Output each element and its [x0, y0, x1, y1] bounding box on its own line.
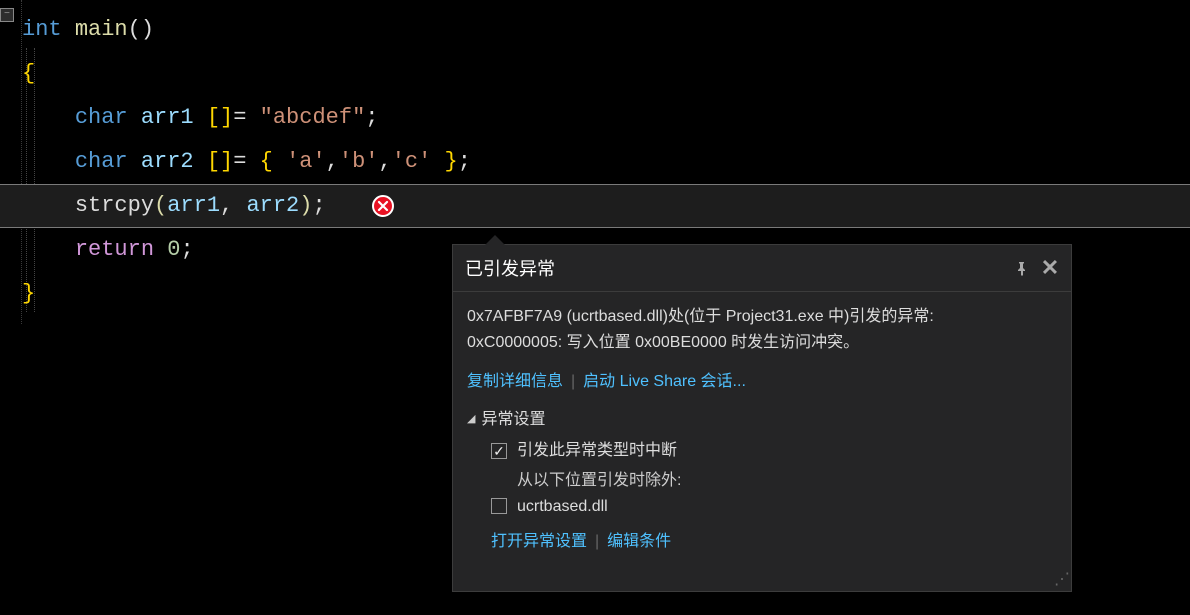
code-line[interactable]: {: [0, 52, 1190, 96]
error-icon[interactable]: [372, 195, 394, 217]
keyword-type: char: [75, 140, 128, 184]
variable: arr1: [141, 96, 194, 140]
popup-title: 已引发异常: [465, 255, 555, 281]
message-line: 0x7AFBF7A9 (ucrtbased.dll)处(位于 Project31…: [467, 304, 1057, 330]
char-literal: 'a': [286, 140, 326, 184]
exclude-item: ucrtbased.dll: [517, 494, 608, 520]
char-literal: 'b': [339, 140, 379, 184]
char-literal: 'c': [392, 140, 432, 184]
exception-settings-expander[interactable]: ◢ 异常设置: [467, 407, 1057, 433]
code-line[interactable]: int main(): [0, 8, 1190, 52]
argument: arr2: [246, 184, 299, 228]
live-share-link[interactable]: 启动 Live Share 会话...: [583, 373, 746, 390]
message-line: 0xC0000005: 写入位置 0x00BE0000 时发生访问冲突。: [467, 330, 1057, 356]
checkbox-label: 引发此异常类型时中断: [517, 438, 677, 464]
code-line[interactable]: char arr2 []= { 'a','b','c' };: [0, 140, 1190, 184]
number-literal: 0: [167, 228, 180, 272]
operator: =: [233, 96, 246, 140]
open-exception-settings-link[interactable]: 打开异常设置: [491, 533, 587, 550]
pin-icon[interactable]: [1013, 259, 1031, 277]
argument: arr1: [167, 184, 220, 228]
exception-message: 0x7AFBF7A9 (ucrtbased.dll)处(位于 Project31…: [467, 304, 1057, 355]
break-on-exception-checkbox[interactable]: [491, 443, 507, 459]
exclude-module-checkbox[interactable]: [491, 498, 507, 514]
function-name: main: [75, 8, 128, 52]
variable: arr2: [141, 140, 194, 184]
settings-label: 异常设置: [481, 407, 545, 433]
chevron-down-icon: ◢: [467, 411, 475, 429]
brace-close: }: [22, 272, 35, 316]
keyword-return: return: [75, 228, 154, 272]
keyword-type: char: [75, 96, 128, 140]
code-line[interactable]: char arr1 []= "abcdef";: [0, 96, 1190, 140]
exception-popup: 已引发异常 ✕ 0x7AFBF7A9 (ucrtbased.dll)处(位于 P…: [452, 244, 1072, 592]
copy-details-link[interactable]: 复制详细信息: [467, 373, 563, 390]
brackets: []: [207, 140, 233, 184]
brace-open: {: [22, 52, 35, 96]
brackets: []: [207, 96, 233, 140]
edit-conditions-link[interactable]: 编辑条件: [607, 533, 671, 550]
current-break-line[interactable]: strcpy(arr1, arr2);: [0, 184, 1190, 228]
keyword-type: int: [22, 8, 62, 52]
function-call: strcpy: [75, 184, 154, 228]
popup-arrow: [483, 235, 507, 247]
close-icon[interactable]: ✕: [1041, 259, 1059, 277]
exclude-label: 从以下位置引发时除外:: [517, 468, 1057, 494]
resize-handle[interactable]: ⋰: [453, 567, 1071, 591]
string-literal: "abcdef": [260, 96, 366, 140]
popup-header: 已引发异常 ✕: [453, 245, 1071, 292]
